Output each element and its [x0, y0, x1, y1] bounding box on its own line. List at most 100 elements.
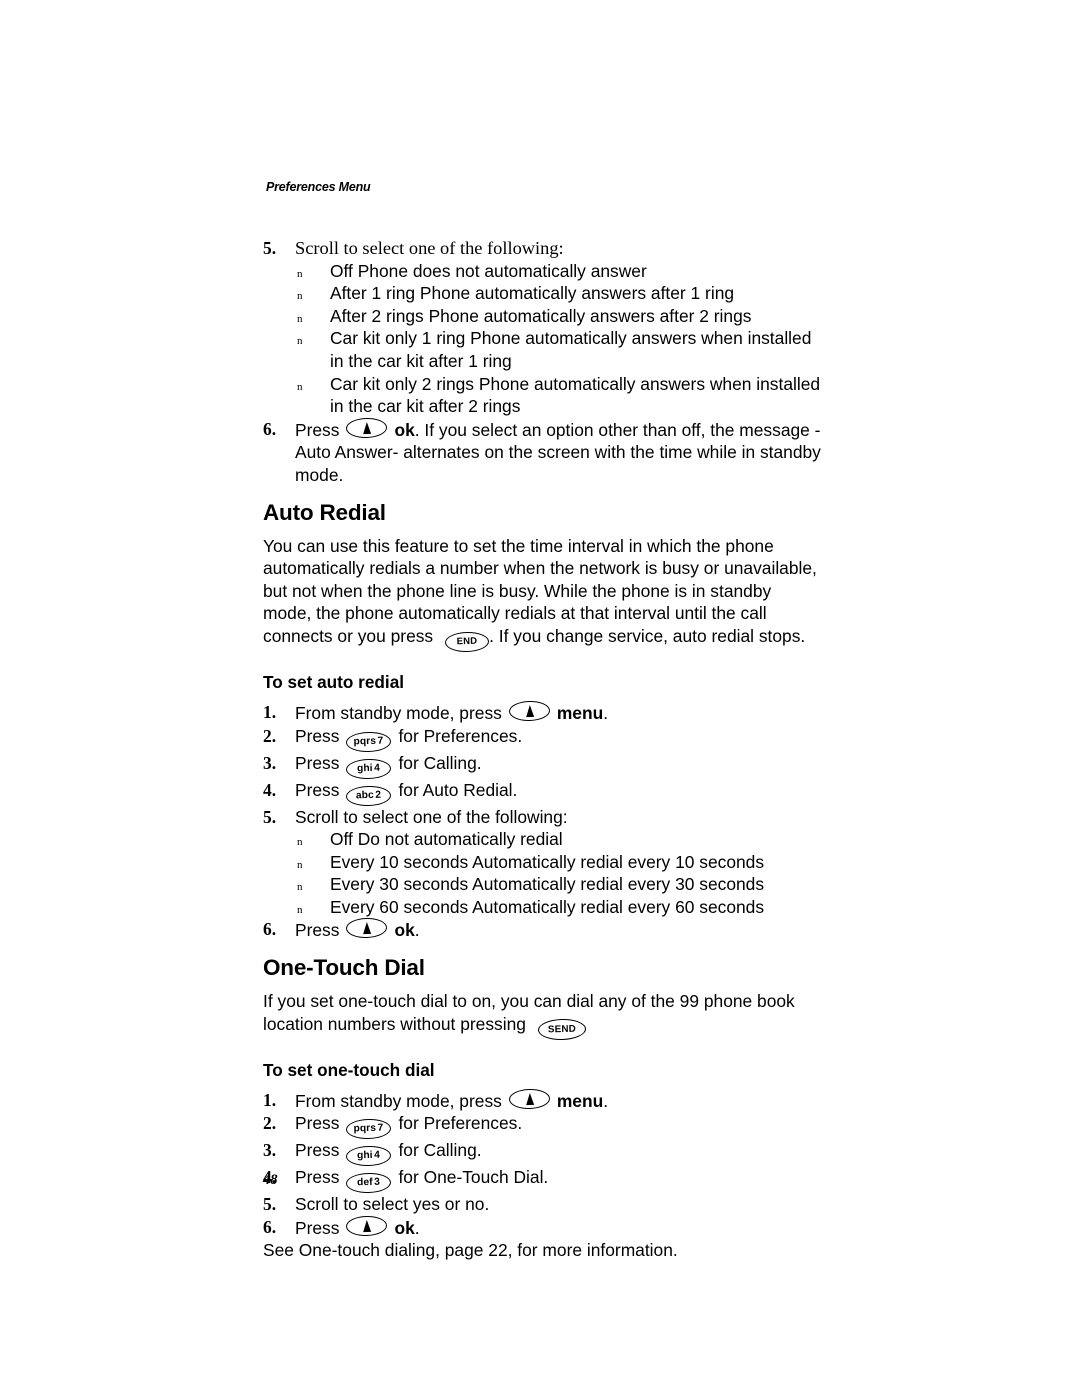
step-auto-redial-4: 4. Press abc2 for Auto Redial. [263, 779, 823, 807]
square-bullet-icon: n [297, 380, 303, 393]
keypad-digit: 4 [374, 1149, 381, 1162]
ok-label: ok [394, 419, 415, 440]
intro-text-part2: . If you change service, auto redial sto… [489, 625, 806, 646]
step-pre-text: Press [295, 1113, 340, 1134]
list-item-text: After 1 ring Phone automatically answers… [330, 283, 735, 304]
step-text: Press def3 for One-Touch Dial. [295, 1167, 548, 1194]
list-item: n Off Phone does not automatically answe… [263, 260, 823, 283]
step-auto-answer-5: 5. Scroll to select one of the following… [263, 237, 823, 260]
nav-up-key-icon[interactable] [508, 1088, 551, 1110]
nav-up-key-icon[interactable] [346, 917, 388, 940]
list-item-text: Car kit only 1 ring Phone automatically … [330, 328, 812, 371]
list-item: n Every 30 seconds Automatically redial … [263, 873, 823, 896]
keypad-4-key-icon[interactable]: ghi4 [346, 757, 392, 780]
step-text: Press ok. [295, 1215, 420, 1238]
step-post-text: . [603, 1090, 609, 1111]
list-item: n Every 60 seconds Automatically redial … [263, 896, 823, 919]
step-pre-text: Press [295, 752, 340, 773]
step-number: 3. [263, 752, 277, 773]
step-number: 6. [263, 1216, 277, 1237]
step-number: 6. [263, 919, 277, 940]
step-pre-text: Press [295, 1167, 340, 1188]
step-auto-redial-1: 1. From standby mode, press menu. [263, 700, 823, 725]
step-one-touch-6: 6. Press ok. [263, 1215, 823, 1240]
keypad-letters: abc [356, 789, 375, 801]
page-number: 48 [263, 1172, 278, 1188]
end-key-icon[interactable]: END [444, 631, 490, 653]
step-text: From standby mode, press menu. [295, 700, 609, 723]
section-heading-auto-redial: Auto Redial [263, 499, 386, 525]
keypad-letters: def [357, 1177, 374, 1189]
press-label: Press [295, 419, 340, 440]
step-one-touch-3: 3. Press ghi4 for Calling. [263, 1139, 823, 1167]
auto-redial-intro: You can use this feature to set the time… [263, 535, 823, 653]
step-number: 2. [263, 725, 277, 746]
step-post-text: for Calling. [398, 752, 482, 773]
step-text: Scroll to select one of the following: [295, 806, 568, 827]
step-one-touch-4: 4. Press def3 for One-Touch Dial. [263, 1166, 823, 1194]
step-text: From standby mode, press menu. [295, 1088, 609, 1111]
step-text: Press ghi4 for Calling. [295, 752, 482, 780]
keypad-2-key-icon[interactable]: abc2 [346, 784, 392, 807]
step-text: Scroll to select one of the following: [295, 238, 564, 258]
step-post-text: . [414, 920, 420, 941]
step-post-text: for Preferences. [398, 725, 523, 746]
subheading-to-set-one-touch-dial: To set one-touch dial [263, 1059, 435, 1080]
step-number: 1. [263, 701, 277, 722]
step-pre-text: From standby mode, press [295, 702, 502, 723]
step-text: Press abc2 for Auto Redial. [295, 779, 517, 807]
press-label: Press [295, 920, 340, 941]
keypad-4-key-icon[interactable]: ghi4 [346, 1145, 392, 1167]
list-item-text: Every 60 seconds Automatically redial ev… [330, 896, 765, 917]
keypad-letters: ghi [357, 762, 374, 774]
keypad-letters: ghi [357, 1150, 374, 1162]
step-number: 5. [263, 238, 277, 258]
list-item-text: Every 10 seconds Automatically redial ev… [330, 851, 765, 872]
one-touch-dial-intro: If you set one-touch dial to on, you can… [263, 990, 823, 1041]
keypad-digit: 3 [374, 1176, 381, 1189]
step-text: Press pqrs7 for Preferences. [295, 725, 523, 753]
keypad-letters: pqrs [353, 1123, 377, 1135]
nav-up-key-icon[interactable] [508, 700, 551, 722]
keypad-3-key-icon[interactable]: def3 [346, 1172, 392, 1194]
step-one-touch-5: 5. Scroll to select yes or no. [263, 1193, 823, 1216]
keypad-letters: pqrs [353, 735, 377, 747]
step-pre-text: From standby mode, press [295, 1090, 502, 1111]
step-one-touch-1: 1. From standby mode, press menu. [263, 1088, 823, 1113]
step-pre-text: Press [295, 779, 340, 800]
step-post-text: . [603, 702, 609, 723]
running-header: Preferences Menu [266, 180, 371, 194]
list-item: n Car kit only 1 ring Phone automaticall… [263, 327, 823, 372]
list-item-text: Every 30 seconds Automatically redial ev… [330, 874, 765, 895]
section-heading-one-touch-dial: One-Touch Dial [263, 955, 425, 981]
step-text: Press ok. [295, 917, 420, 941]
step-pre-text: Press [295, 1140, 340, 1161]
menu-label: menu [556, 1090, 604, 1111]
keypad-7-key-icon[interactable]: pqrs7 [346, 730, 392, 753]
page-content: Preferences Menu 5. Scroll to select one… [263, 180, 823, 1262]
keypad-7-key-icon[interactable]: pqrs7 [346, 1118, 392, 1140]
ok-label: ok [394, 1217, 415, 1238]
step-auto-redial-5: 5. Scroll to select one of the following… [263, 806, 823, 829]
step-number: 1. [263, 1089, 277, 1110]
step-text: Scroll to select yes or no. [295, 1194, 490, 1215]
step-post-text: for Calling. [398, 1140, 482, 1161]
ok-label: ok [394, 920, 415, 941]
press-label: Press [295, 1217, 340, 1238]
nav-up-key-icon[interactable] [346, 1215, 388, 1237]
list-item: n Car kit only 2 rings Phone automatical… [263, 373, 823, 418]
cross-reference-note: See One-touch dialing, page 22, for more… [263, 1240, 678, 1261]
step-number: 5. [263, 1194, 277, 1215]
step-one-touch-2: 2. Press pqrs7 for Preferences. [263, 1112, 823, 1140]
list-item-text: Car kit only 2 rings Phone automatically… [330, 373, 821, 417]
nav-up-key-icon[interactable] [346, 417, 388, 439]
step-auto-redial-3: 3. Press ghi4 for Calling. [263, 752, 823, 780]
send-key-icon[interactable]: SEND [537, 1018, 587, 1041]
step-number: 2. [263, 1113, 277, 1134]
list-item-text: Off Phone does not automatically answer [330, 260, 647, 281]
keypad-digit: 4 [374, 762, 381, 774]
keypad-digit: 2 [375, 789, 382, 801]
list-item: n Every 10 seconds Automatically redial … [263, 851, 823, 874]
menu-label: menu [556, 702, 604, 723]
step-text: Press ok. If you select an option other t… [295, 417, 821, 485]
